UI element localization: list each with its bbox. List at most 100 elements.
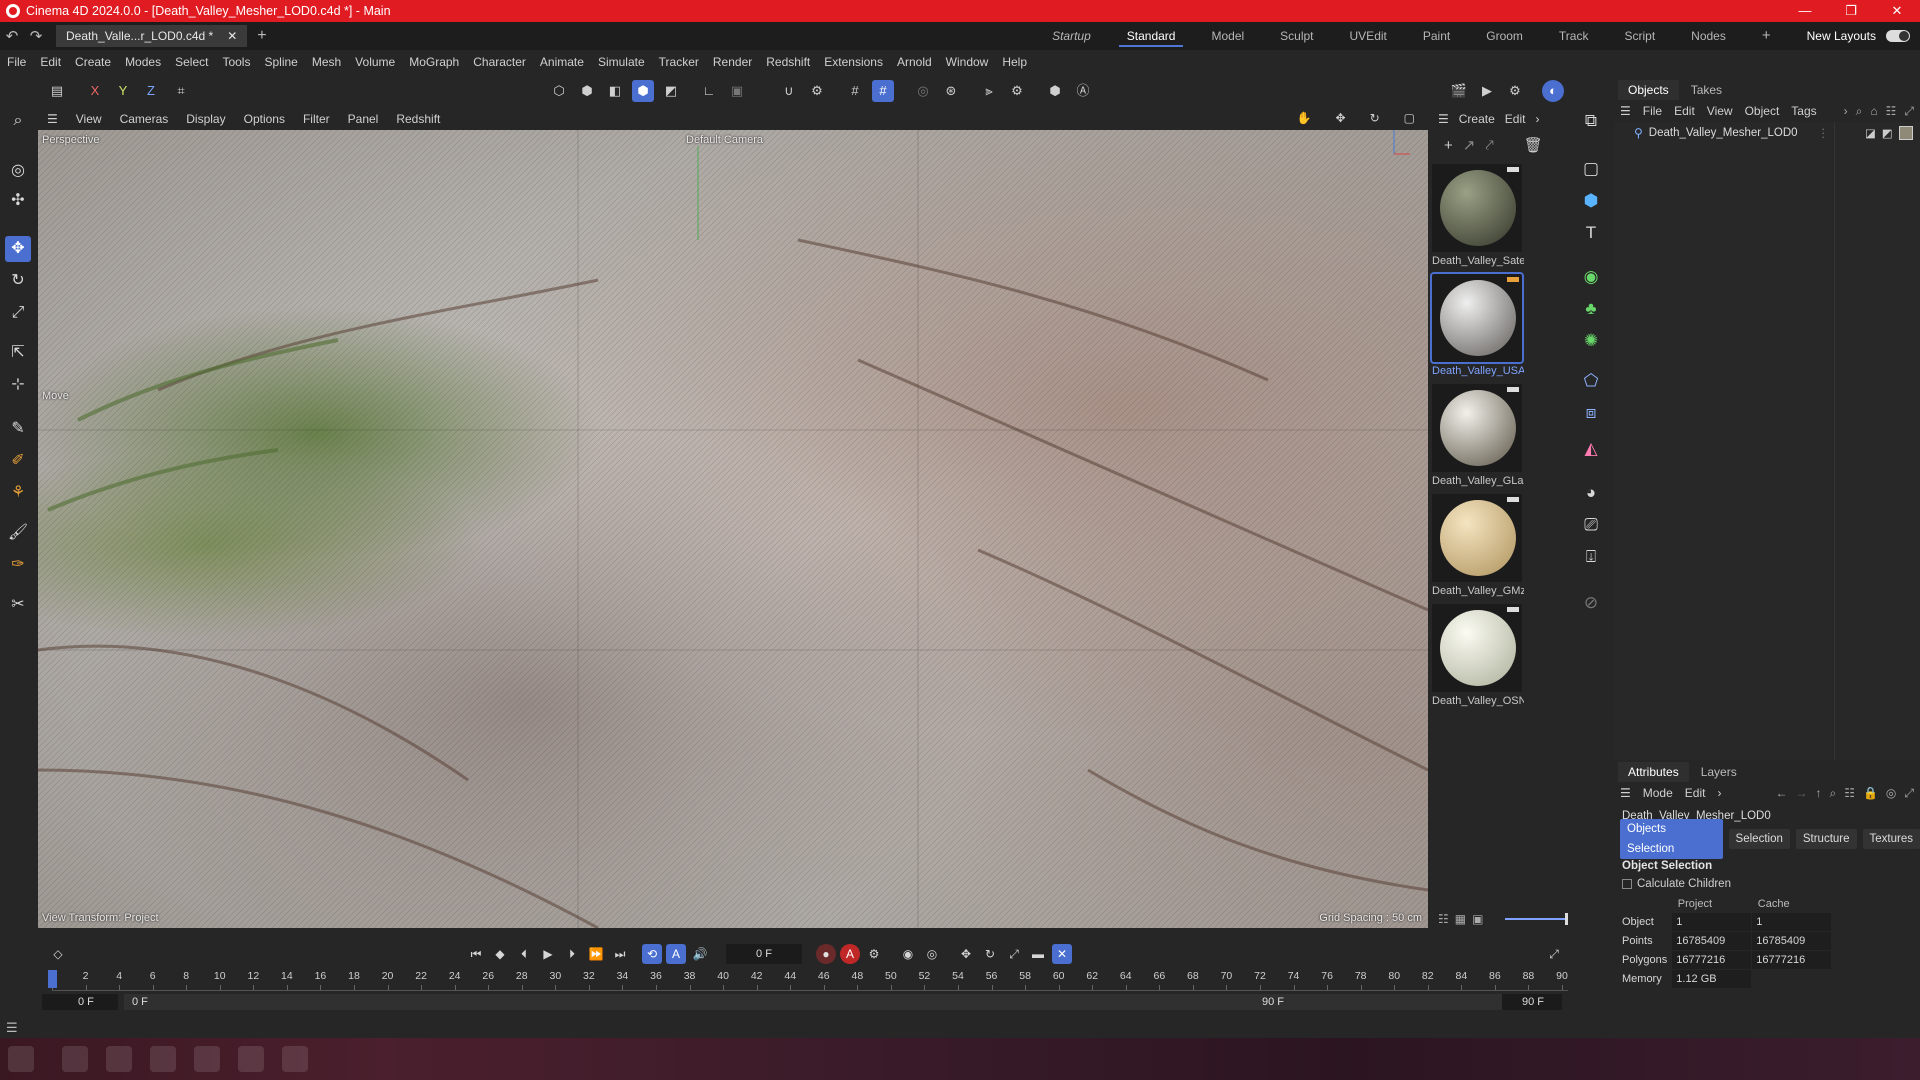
menu-arnold[interactable]: Arnold: [890, 55, 939, 69]
new-layouts-label[interactable]: New Layouts: [1789, 22, 1880, 50]
document-tab-close-icon[interactable]: ✕: [227, 25, 237, 47]
transform-tool-icon[interactable]: ⇱: [5, 340, 31, 366]
grid-view-icon[interactable]: ▦: [1455, 912, 1466, 926]
coordinate-system-icon[interactable]: ⌗: [170, 80, 192, 102]
select-tool-icon[interactable]: ◎: [5, 158, 31, 184]
motion-path-icon[interactable]: ◎: [922, 944, 942, 964]
undo-icon[interactable]: ↶: [0, 27, 24, 45]
viewport-perspective-label[interactable]: Perspective: [42, 134, 99, 146]
timeline-expand-icon[interactable]: ⤢: [1544, 944, 1564, 964]
record-icon[interactable]: ●: [816, 944, 836, 964]
object-menu-icon[interactable]: ☰: [1620, 104, 1631, 118]
menu-volume[interactable]: Volume: [348, 55, 402, 69]
previous-key-icon[interactable]: ◆: [490, 944, 510, 964]
volume-icon[interactable]: ⧈: [1578, 400, 1604, 426]
next-key-icon[interactable]: ⏩: [586, 944, 606, 964]
material-apply-icon[interactable]: ⤤: [1485, 137, 1493, 154]
position-key-icon[interactable]: ✥: [956, 944, 976, 964]
tag-uvw-icon[interactable]: ◩: [1882, 126, 1893, 140]
menu-create[interactable]: Create: [68, 55, 118, 69]
object-row[interactable]: ⚲ Death_Valley_Mesher_LOD0 ⋮ ◪ ◩: [1614, 122, 1920, 144]
key-settings-icon[interactable]: ⚙: [864, 944, 884, 964]
timeline-ruler[interactable]: 0246810121416182022242628303234363840424…: [38, 968, 1568, 992]
playhead[interactable]: [48, 970, 57, 988]
paint-tool-icon[interactable]: ✑: [5, 552, 31, 578]
field-icon[interactable]: ⬠: [1578, 368, 1604, 394]
3d-viewport[interactable]: Perspective Default Camera Move View Tra…: [38, 130, 1428, 928]
preview-range-icon[interactable]: A: [666, 944, 686, 964]
layout-script[interactable]: Script: [1606, 22, 1673, 50]
y-axis-toggle[interactable]: Y: [112, 80, 134, 102]
back-arrow-icon[interactable]: ←: [1775, 786, 1787, 801]
viewport-menu-filter[interactable]: Filter: [294, 112, 339, 126]
delete-material-icon[interactable]: 🗑: [1524, 136, 1543, 154]
pan-icon[interactable]: ✋: [1288, 111, 1321, 125]
model-mode-icon[interactable]: ⬢: [632, 80, 654, 102]
object-menu-edit[interactable]: Edit: [1674, 104, 1695, 118]
viewport-menu-panel[interactable]: Panel: [339, 112, 388, 126]
material-menu-more-icon[interactable]: ›: [1535, 112, 1539, 126]
material-thumbnail[interactable]: Death_Valley_USA: [1430, 272, 1524, 382]
redo-icon[interactable]: ↷: [24, 27, 48, 45]
material-menu-icon[interactable]: ☰: [1438, 112, 1449, 126]
object-filter-icon[interactable]: ☷: [1886, 104, 1897, 119]
lock-icon[interactable]: 🔒: [1863, 786, 1878, 801]
document-tab[interactable]: Death_Valle...r_LOD0.c4d * ✕: [56, 25, 248, 47]
scale-key-icon[interactable]: ⤢: [1004, 944, 1024, 964]
range-slider-track[interactable]: 0 F 90 F: [124, 994, 1524, 1010]
tab-attributes[interactable]: Attributes: [1618, 762, 1689, 782]
subtab-objects-selection[interactable]: Objects Selection: [1620, 819, 1723, 859]
workplane-icon[interactable]: #: [872, 80, 894, 102]
menu-animate[interactable]: Animate: [533, 55, 591, 69]
menu-edit[interactable]: Edit: [33, 55, 68, 69]
object-menu-tags[interactable]: Tags: [1791, 104, 1816, 118]
render-tag-icon[interactable]: ⊘: [1578, 590, 1604, 616]
autokey-icon[interactable]: A: [840, 944, 860, 964]
layout-nodes[interactable]: Nodes: [1673, 22, 1744, 50]
uv-mode-icon[interactable]: ◩: [660, 80, 682, 102]
menu-file[interactable]: File: [0, 55, 33, 69]
spline-object-icon[interactable]: ▢: [1578, 156, 1604, 182]
zoom-search-icon[interactable]: ⌕: [5, 108, 31, 134]
taskbar-app-icon[interactable]: [150, 1046, 176, 1072]
environment-icon[interactable]: ◕: [1578, 480, 1604, 506]
knife-tool-icon[interactable]: ✂: [5, 592, 31, 618]
taskbar-app-icon[interactable]: [106, 1046, 132, 1072]
rotate-tool-icon[interactable]: ↻: [5, 268, 31, 294]
z-axis-toggle[interactable]: Z: [140, 80, 162, 102]
render-picture-icon[interactable]: ▶: [1476, 80, 1498, 102]
auto-icon[interactable]: Ⓐ: [1072, 80, 1094, 102]
snap-magnet-icon[interactable]: ∪: [778, 80, 800, 102]
symmetry-icon[interactable]: ⫸: [978, 80, 1000, 102]
menu-mesh[interactable]: Mesh: [305, 55, 348, 69]
taskbar-app-icon[interactable]: [62, 1046, 88, 1072]
scale-tool-icon[interactable]: ⤢: [5, 300, 31, 326]
menu-simulate[interactable]: Simulate: [591, 55, 652, 69]
large-view-icon[interactable]: ▣: [1472, 912, 1483, 926]
layout-sculpt[interactable]: Sculpt: [1262, 22, 1331, 50]
current-frame-field[interactable]: 0 F: [726, 944, 802, 964]
add-document-tab-icon[interactable]: +: [257, 27, 266, 45]
menu-extensions[interactable]: Extensions: [817, 55, 890, 69]
previous-frame-icon[interactable]: ⏴: [514, 944, 534, 964]
snap-tool-icon[interactable]: ✣: [5, 188, 31, 214]
material-thumbnail[interactable]: Death_Valley_OSN: [1432, 604, 1524, 712]
texture-mode-icon[interactable]: ▣: [726, 80, 748, 102]
layout-startup[interactable]: Startup: [1034, 22, 1109, 50]
text-object-icon[interactable]: T: [1578, 220, 1604, 246]
soft-selection-icon[interactable]: ◎: [912, 80, 934, 102]
go-to-end-icon[interactable]: ⏭: [610, 944, 630, 964]
range-start-field[interactable]: 0 F: [42, 994, 118, 1010]
taskbar-app-icon[interactable]: [238, 1046, 264, 1072]
cloner-icon[interactable]: ♣: [1578, 296, 1604, 322]
add-layout-icon[interactable]: +: [1744, 22, 1789, 50]
point-level-anim-icon[interactable]: ✕: [1052, 944, 1072, 964]
object-expand-icon[interactable]: ⤢: [1904, 104, 1914, 119]
view-icon[interactable]: ⧉: [1578, 108, 1604, 134]
spline-tool-icon[interactable]: ✐: [5, 448, 31, 474]
attribute-filter-icon[interactable]: ☷: [1844, 786, 1855, 801]
cube-object-icon[interactable]: ⬢: [1578, 188, 1604, 214]
loop-icon[interactable]: ⟲: [642, 944, 662, 964]
range-end-field[interactable]: 90 F: [1502, 994, 1562, 1010]
menu-tools[interactable]: Tools: [215, 55, 257, 69]
